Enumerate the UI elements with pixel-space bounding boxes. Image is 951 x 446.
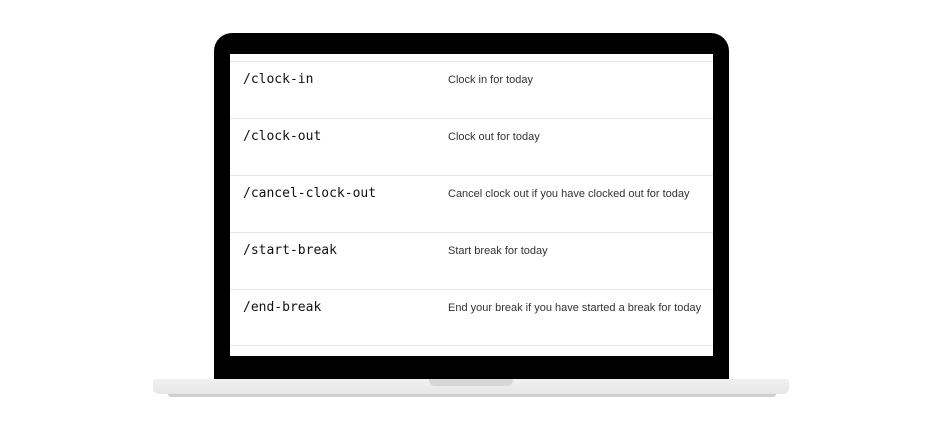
laptop-screen: /clock-in Clock in for today /clock-out … bbox=[230, 54, 713, 356]
table-row: /clock-out Clock out for today bbox=[230, 118, 713, 175]
command-description: End your break if you have started a bre… bbox=[448, 302, 702, 314]
command-name: /clock-out bbox=[243, 129, 322, 144]
laptop-base-shadow bbox=[168, 394, 776, 397]
table-row: /end-break End your break if you have st… bbox=[230, 289, 713, 346]
command-description: Clock out for today bbox=[448, 131, 540, 143]
command-name: /end-break bbox=[243, 300, 322, 315]
command-name: /cancel-clock-out bbox=[243, 186, 377, 201]
command-name: /start-break bbox=[243, 243, 337, 258]
command-description: Cancel clock out if you have clocked out… bbox=[448, 188, 690, 200]
laptop-base bbox=[153, 379, 789, 394]
command-name: /clock-in bbox=[243, 72, 314, 87]
command-table: /clock-in Clock in for today /clock-out … bbox=[230, 61, 713, 346]
table-row: /clock-in Clock in for today bbox=[230, 61, 713, 118]
command-description: Clock in for today bbox=[448, 74, 533, 86]
table-row: /cancel-clock-out Cancel clock out if yo… bbox=[230, 175, 713, 232]
laptop-notch bbox=[429, 379, 513, 386]
command-description: Start break for today bbox=[448, 245, 548, 257]
table-row: /start-break Start break for today bbox=[230, 232, 713, 289]
laptop-mockup: /clock-in Clock in for today /clock-out … bbox=[0, 0, 951, 446]
